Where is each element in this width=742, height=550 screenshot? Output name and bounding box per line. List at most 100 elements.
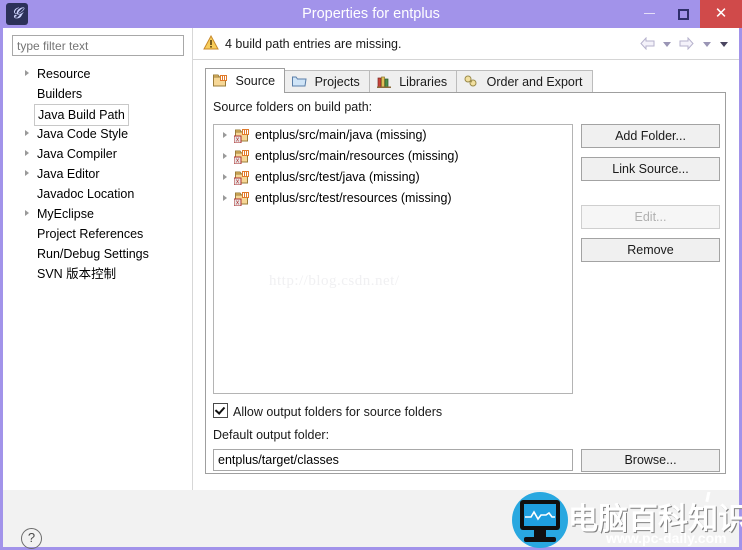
list-item-label: entplus/src/test/java (missing) <box>255 170 420 184</box>
close-icon: ✕ <box>714 5 728 22</box>
expand-arrow-icon[interactable] <box>25 70 29 76</box>
sidebar-item-java-editor[interactable]: Java Editor <box>3 164 192 184</box>
tab-bar: Source Projects Libraries Order and Expo… <box>205 68 593 93</box>
add-folder-button[interactable]: Add Folder... <box>581 124 720 148</box>
arrow-right-icon[interactable] <box>679 37 694 51</box>
tab-label: Libraries <box>399 75 448 89</box>
allow-output-folders-label: Allow output folders for source folders <box>233 405 443 419</box>
expand-arrow-icon[interactable] <box>223 132 227 138</box>
libraries-books-icon <box>376 76 391 88</box>
minimize-icon <box>643 13 655 15</box>
edit-button: Edit... <box>581 205 720 229</box>
source-folder-error-icon: x <box>234 129 249 144</box>
tab-projects[interactable]: Projects <box>284 70 370 93</box>
sidebar-item-javadoc-location[interactable]: Javadoc Location <box>3 184 192 204</box>
remove-button[interactable]: Remove <box>581 238 720 262</box>
sidebar-item-java-code-style[interactable]: Java Code Style <box>3 124 192 144</box>
sidebar-item-label: Project References <box>37 227 144 241</box>
list-item[interactable]: x entplus/src/main/resources (missing) <box>214 146 572 167</box>
svg-text:x: x <box>236 200 240 207</box>
source-tab-panel: Source folders on build path: x entplus/… <box>205 92 726 474</box>
tab-label: Source <box>235 74 276 88</box>
help-question-icon[interactable]: ? <box>21 528 42 549</box>
sidebar-item-builders[interactable]: Builders <box>3 84 192 104</box>
link-source-button[interactable]: Link Source... <box>581 157 720 181</box>
expand-arrow-icon[interactable] <box>223 174 227 180</box>
monitor-base <box>524 537 556 542</box>
default-output-folder-input[interactable] <box>213 449 573 471</box>
tab-label: Projects <box>314 75 360 89</box>
site-watermark-logo: 电脑百科知识 www.pc-daily.com <box>510 492 742 550</box>
list-item[interactable]: x entplus/src/main/java (missing) <box>214 125 572 146</box>
minimize-button[interactable] <box>632 0 666 28</box>
sidebar-item-java-compiler[interactable]: Java Compiler <box>3 144 192 164</box>
expand-arrow-icon[interactable] <box>25 210 29 216</box>
sidebar-item-label: SVN 版本控制 <box>37 267 117 281</box>
svg-text:x: x <box>236 158 240 165</box>
expand-arrow-icon[interactable] <box>25 150 29 156</box>
tab-libraries[interactable]: Libraries <box>368 70 458 93</box>
brand-url: www.pc-daily.com <box>606 530 727 546</box>
monitor-screen <box>524 504 556 526</box>
tab-order-and-export[interactable]: Order and Export <box>456 70 593 93</box>
source-folder-error-icon: x <box>234 171 249 186</box>
window-title: Properties for entplus <box>302 6 440 22</box>
sidebar-item-svn[interactable]: SVN 版本控制 <box>3 264 192 284</box>
expand-arrow-icon[interactable] <box>25 170 29 176</box>
list-item[interactable]: x entplus/src/test/resources (missing) <box>214 188 572 209</box>
sidebar-item-run-debug-settings[interactable]: Run/Debug Settings <box>3 244 192 264</box>
expand-arrow-icon[interactable] <box>25 130 29 136</box>
tab-source[interactable]: Source <box>205 68 286 93</box>
pulse-wave-icon <box>525 510 555 521</box>
source-folders-list[interactable]: x entplus/src/main/java (missing) x entp… <box>213 124 573 394</box>
sidebar-item-label: Javadoc Location <box>37 187 135 201</box>
tab-label: Order and Export <box>486 75 583 89</box>
list-item[interactable]: x entplus/src/test/java (missing) <box>214 167 572 188</box>
sidebar-item-label: MyEclipse <box>37 207 94 221</box>
svg-text:x: x <box>236 179 240 186</box>
settings-tree: Resource Builders Java Build Path Java C… <box>3 64 192 284</box>
list-item-label: entplus/src/main/java (missing) <box>255 128 427 142</box>
message-divider <box>193 59 739 60</box>
list-item-label: entplus/src/main/resources (missing) <box>255 149 459 163</box>
source-folder-error-icon: x <box>234 150 249 165</box>
settings-sidebar: Resource Builders Java Build Path Java C… <box>3 28 193 490</box>
history-navigation <box>638 36 731 52</box>
default-output-folder-label: Default output folder: <box>213 428 330 442</box>
menu-chevron-down-icon[interactable] <box>720 42 728 48</box>
source-list-label: Source folders on build path: <box>213 100 373 114</box>
order-export-icon <box>464 75 477 87</box>
sidebar-item-label: Resource <box>37 67 91 81</box>
browse-button[interactable]: Browse... <box>581 449 720 472</box>
arrow-left-icon[interactable] <box>639 37 655 51</box>
sidebar-item-label: Java Build Path <box>34 104 129 126</box>
sidebar-item-java-build-path[interactable]: Java Build Path <box>3 104 192 126</box>
allow-output-folders-row[interactable]: Allow output folders for source folders <box>213 403 442 421</box>
filter-input[interactable] <box>12 35 184 56</box>
maximize-button[interactable] <box>666 0 700 28</box>
title-bar: 𝓖 Properties for entplus ✕ <box>0 0 742 28</box>
sidebar-item-label: Run/Debug Settings <box>37 247 149 261</box>
close-button[interactable]: ✕ <box>700 0 742 28</box>
warning-icon <box>203 35 219 50</box>
sidebar-item-myeclipse[interactable]: MyEclipse <box>3 204 192 224</box>
sidebar-item-project-references[interactable]: Project References <box>3 224 192 244</box>
expand-arrow-icon[interactable] <box>223 195 227 201</box>
sidebar-item-label: Java Editor <box>37 167 100 181</box>
sidebar-item-label: Builders <box>37 87 83 101</box>
projects-folder-icon <box>292 76 307 87</box>
blog-watermark: http://blog.csdn.net/ <box>269 273 400 289</box>
sidebar-item-resource[interactable]: Resource <box>3 64 192 84</box>
forward-menu-chevron-down-icon[interactable] <box>702 42 711 48</box>
message-bar: 4 build path entries are missing. <box>193 28 739 60</box>
list-item-label: entplus/src/test/resources (missing) <box>255 191 452 205</box>
properties-dialog-window: 𝓖 Properties for entplus ✕ Resource Buil… <box>0 0 742 550</box>
settings-content-panel: 4 build path entries are missing. Source… <box>193 28 739 490</box>
monitor-pulse-icon <box>520 500 560 530</box>
allow-output-folders-checkbox[interactable] <box>213 403 228 418</box>
back-menu-chevron-down-icon[interactable] <box>662 42 671 48</box>
expand-arrow-icon[interactable] <box>223 153 227 159</box>
sidebar-item-label: Java Compiler <box>37 147 117 161</box>
svg-text:x: x <box>236 137 240 144</box>
sidebar-item-label: Java Code Style <box>37 127 129 141</box>
